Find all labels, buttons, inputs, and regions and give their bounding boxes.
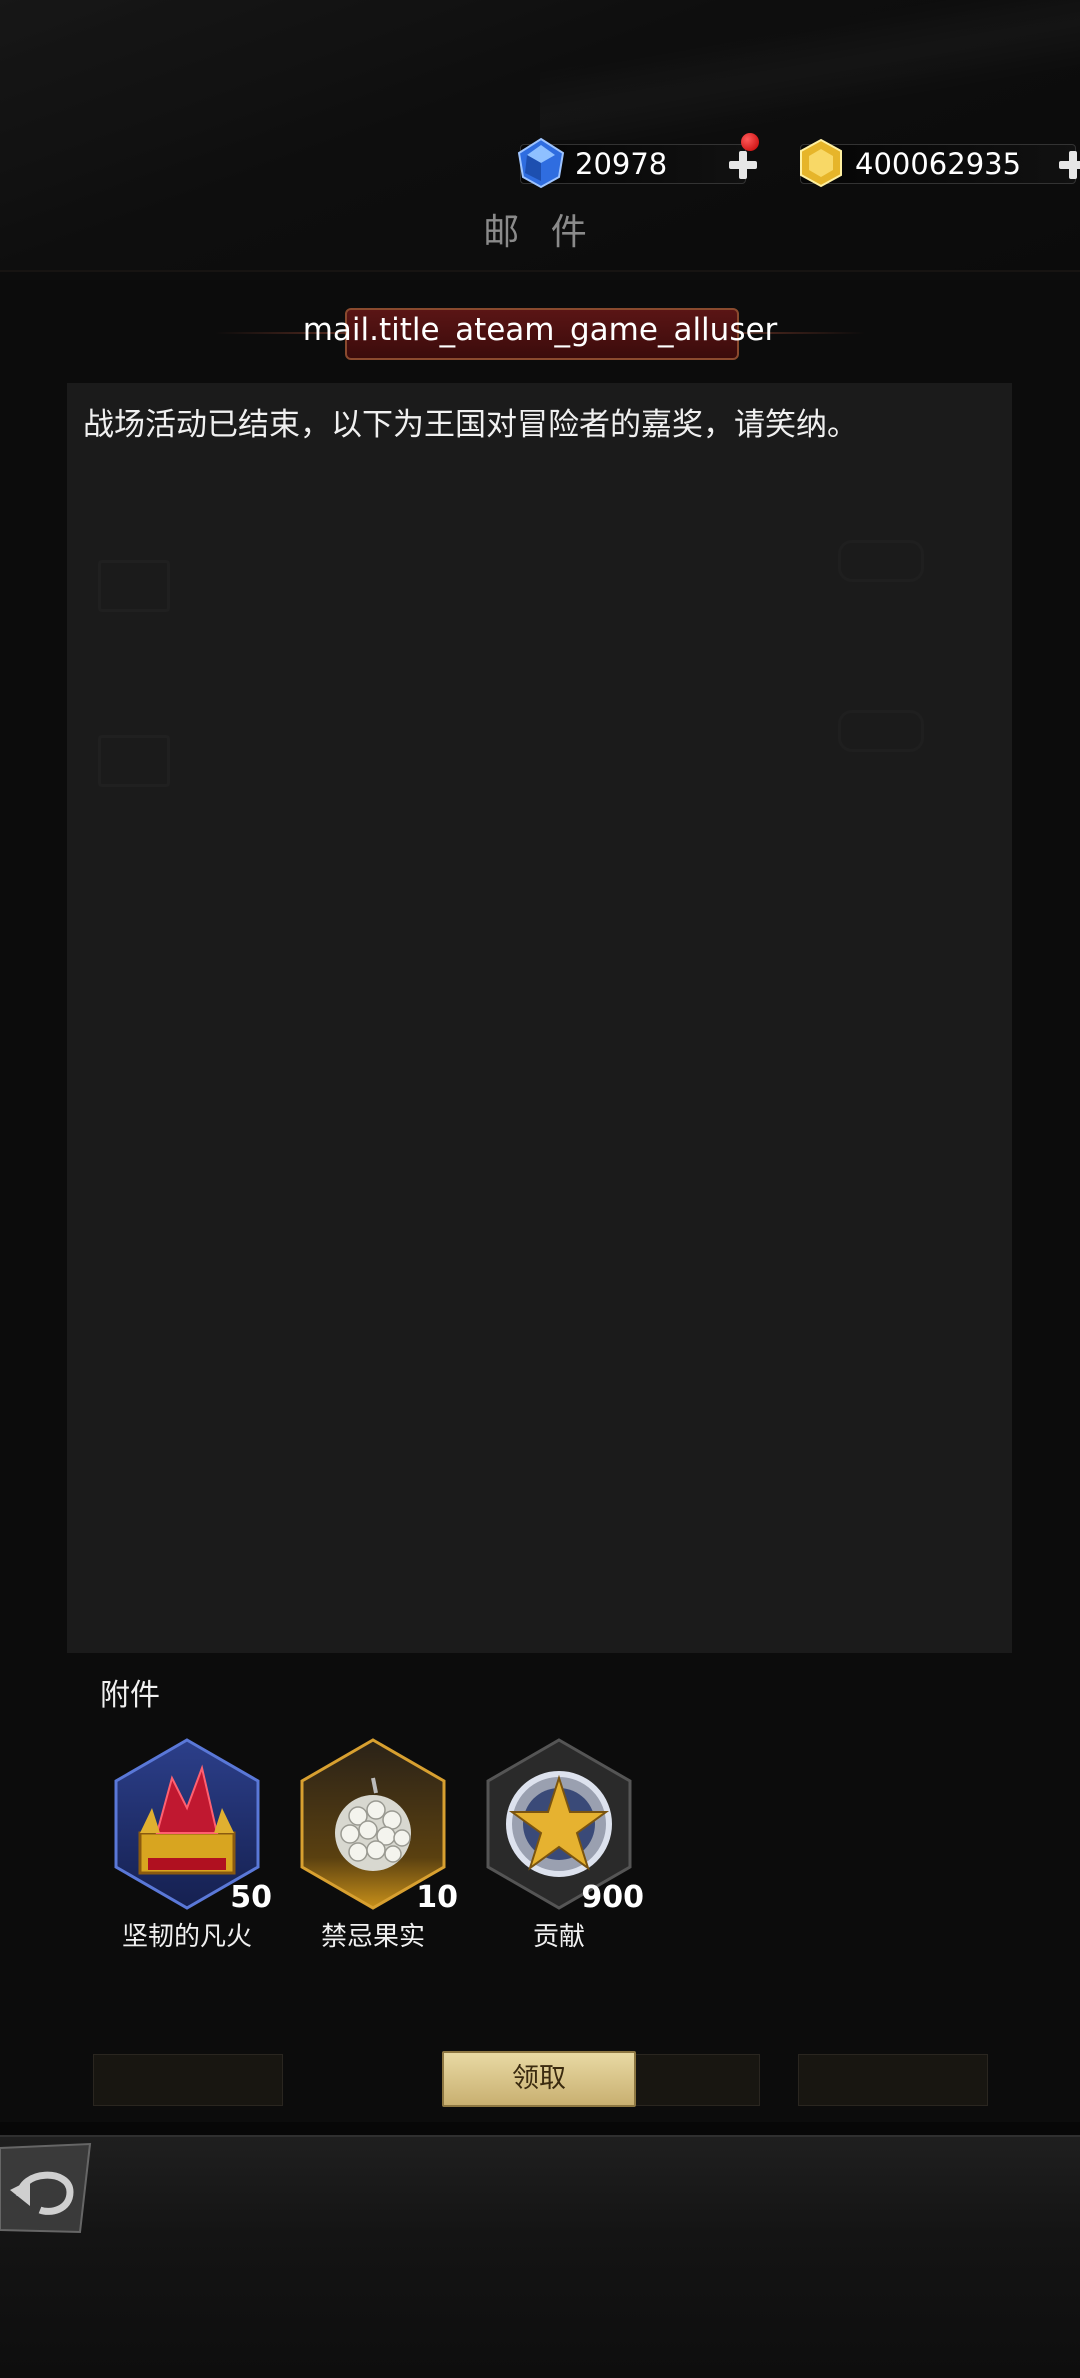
bottom-bar bbox=[0, 2135, 1080, 2378]
gold-gem-icon bbox=[800, 138, 842, 188]
back-arrow-icon[interactable] bbox=[0, 2140, 96, 2236]
blue-diamond-icon bbox=[517, 137, 565, 189]
page-title: 邮 件 bbox=[483, 212, 597, 253]
add-gold-button[interactable] bbox=[1057, 149, 1080, 181]
mail-title: mail.title_ateam_game_alluser bbox=[302, 312, 778, 348]
item-quantity: 50 bbox=[230, 1880, 272, 1915]
item-quantity: 10 bbox=[416, 1880, 458, 1915]
item-quantity: 900 bbox=[581, 1880, 644, 1915]
claim-button[interactable]: 领取 bbox=[442, 2051, 636, 2107]
attachment-item[interactable]: 10 禁忌果实 bbox=[298, 1738, 458, 1958]
item-name: 贡献 bbox=[532, 1922, 585, 1952]
diamond-currency: 20978 bbox=[517, 133, 759, 189]
attachment-item[interactable]: 50 坚韧的凡火 bbox=[112, 1738, 272, 1958]
background-button bbox=[93, 2054, 283, 2106]
mail-content-panel bbox=[67, 383, 1012, 1653]
background-button bbox=[798, 2054, 988, 2106]
add-diamond-button[interactable] bbox=[727, 149, 759, 181]
notification-dot bbox=[741, 133, 759, 151]
attachment-item[interactable]: 900 贡献 bbox=[484, 1738, 644, 1958]
item-name: 禁忌果实 bbox=[320, 1922, 425, 1952]
item-name: 坚韧的凡火 bbox=[121, 1922, 252, 1952]
diamond-amount: 20978 bbox=[575, 147, 668, 181]
gold-currency: 400062935 bbox=[800, 138, 1080, 188]
attachments-label: 附件 bbox=[100, 1678, 160, 1713]
mail-body-text: 战场活动已结束，以下为王国对冒险者的嘉奖，请笑纳。 bbox=[83, 407, 858, 443]
gold-amount: 400062935 bbox=[855, 147, 1022, 181]
